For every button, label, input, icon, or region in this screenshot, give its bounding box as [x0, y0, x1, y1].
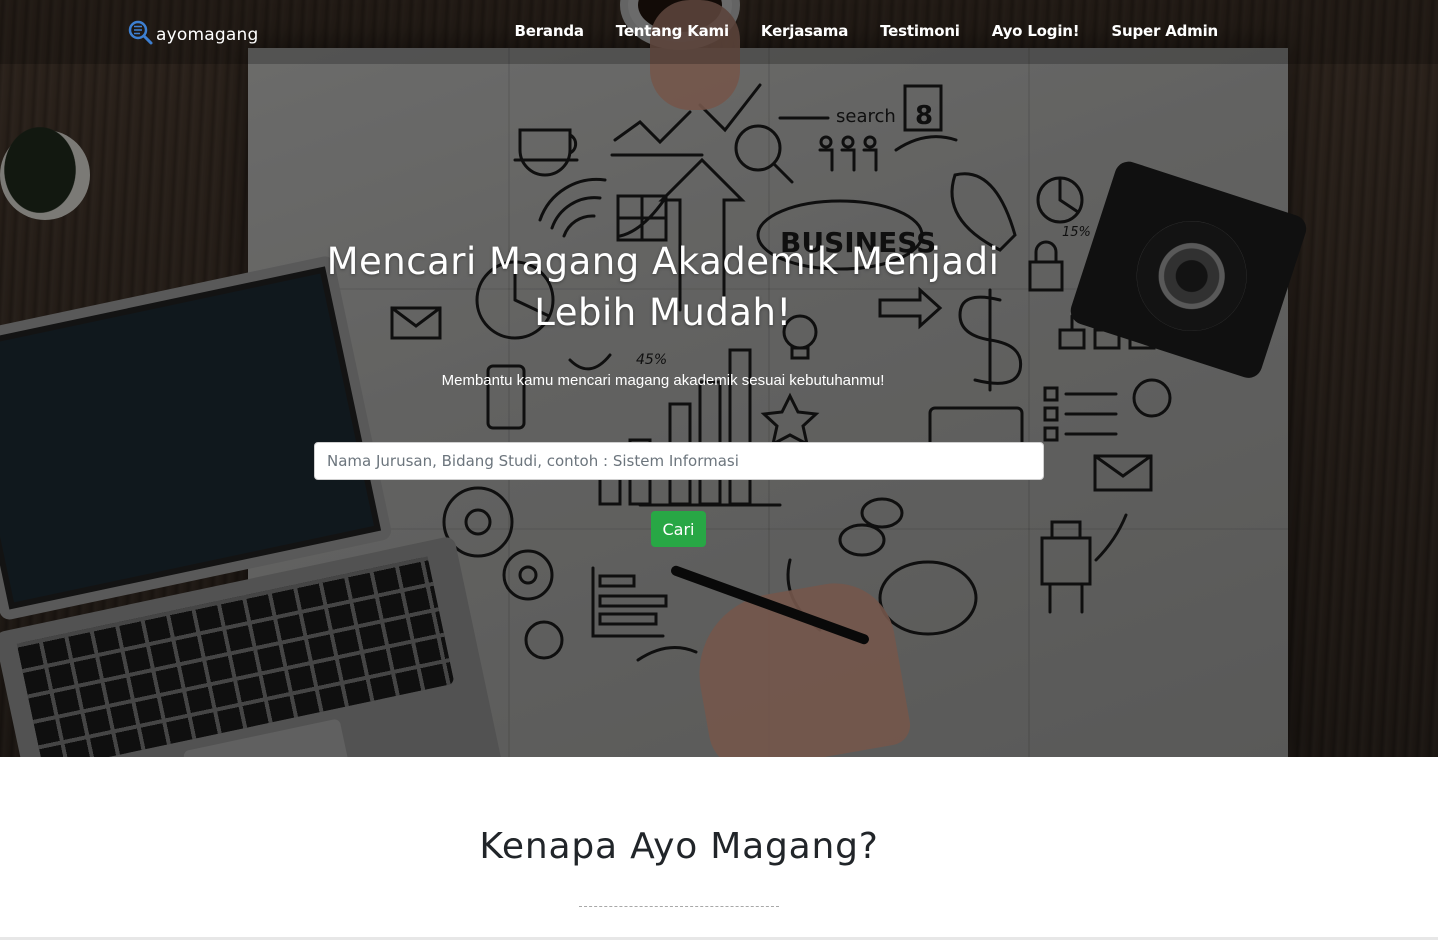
hero-title: Mencari Magang Akademik Menjadi Lebih Mu…: [326, 240, 1000, 334]
hero-subtitle: Membantu kamu mencari magang akademik se…: [441, 372, 885, 389]
nav-link-beranda[interactable]: Beranda: [515, 22, 584, 40]
nav-link-kerjasama[interactable]: Kerjasama: [761, 22, 848, 40]
nav-link-ayo-login[interactable]: Ayo Login!: [992, 22, 1080, 40]
brand-name: ayomagang: [156, 25, 259, 45]
search-button[interactable]: Cari: [651, 511, 706, 547]
section-divider: [579, 906, 779, 907]
magnifier-logo-icon: [128, 20, 154, 46]
nav-menu: Beranda Tentang Kami Kerjasama Testimoni…: [483, 22, 1219, 40]
nav-link-tentang-kami[interactable]: Tentang Kami: [616, 22, 729, 40]
search-input[interactable]: [314, 442, 1044, 480]
brand-logo[interactable]: ayomagang: [128, 20, 258, 46]
section-title: Kenapa Ayo Magang?: [479, 826, 879, 867]
top-navbar: ayomagang Beranda Tentang Kami Kerjasama…: [0, 0, 1438, 64]
hero-section: search 8 BUSINESS 45% 15% ayomagang Bera…: [0, 0, 1438, 757]
nav-link-super-admin[interactable]: Super Admin: [1111, 22, 1218, 40]
nav-link-testimoni[interactable]: Testimoni: [880, 22, 960, 40]
